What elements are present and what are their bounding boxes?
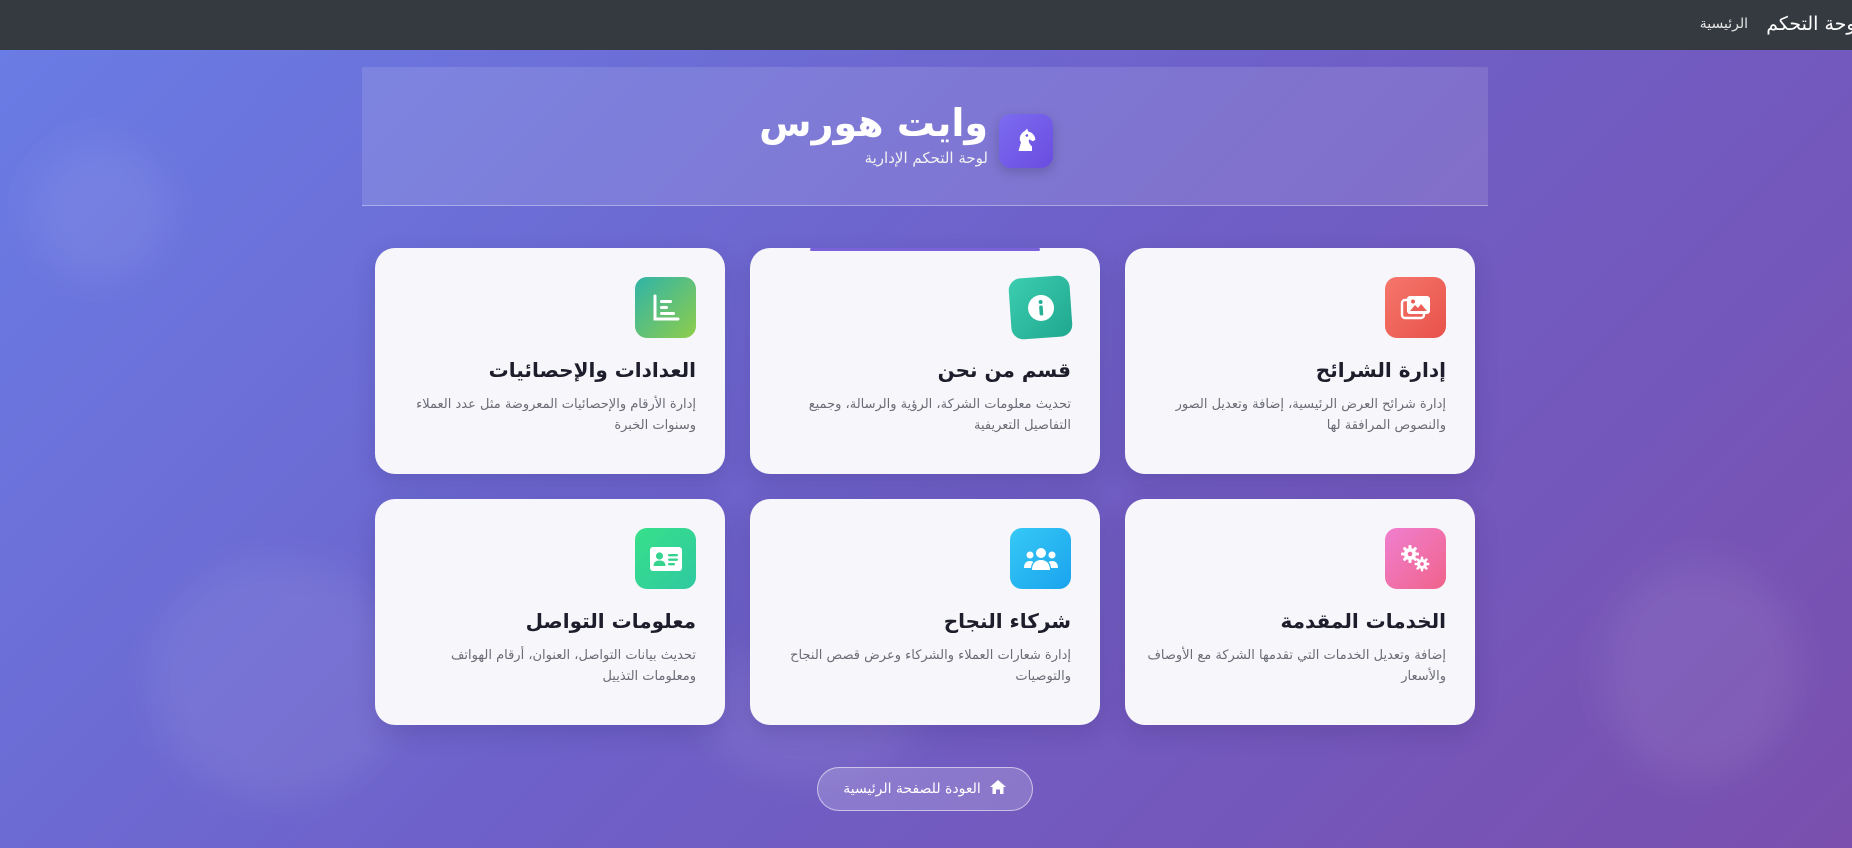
card-counters-statistics[interactable]: العدادات والإحصائيات إدارة الأرقام والإح… — [375, 248, 725, 474]
card-title: شركاء النجاح — [943, 609, 1071, 633]
site-title: وايت هورس — [759, 101, 988, 145]
card-description: إدارة الأرقام والإحصائيات المعروضة مثل ع… — [416, 397, 696, 433]
card-title: إدارة الشرائح — [1315, 358, 1446, 382]
card-success-partners[interactable]: شركاء النجاح إدارة شعارات العملاء والشرك… — [750, 499, 1100, 725]
chart-icon — [635, 277, 696, 338]
card-title: العدادات والإحصائيات — [488, 358, 696, 382]
background-blob — [1600, 560, 1800, 780]
card-title: الخدمات المقدمة — [1280, 609, 1446, 633]
contact-card-icon — [635, 528, 696, 589]
card-description: إضافة وتعديل الخدمات التي تقدمها الشركة … — [1147, 648, 1446, 684]
users-icon — [1010, 528, 1071, 589]
top-navbar: لوحة التحكم الرئيسية — [0, 0, 1852, 50]
card-description: تحديث معلومات الشركة، الرؤية والرسالة، و… — [808, 397, 1071, 433]
background-blob — [30, 140, 170, 280]
back-to-home-button[interactable]: العودة للصفحة الرئيسية — [817, 767, 1033, 811]
site-subtitle: لوحة التحكم الإدارية — [864, 149, 988, 167]
background-blob — [150, 560, 410, 800]
info-icon — [1007, 274, 1074, 341]
card-description: تحديث بيانات التواصل، العنوان، أرقام اله… — [450, 648, 696, 684]
card-contact-info[interactable]: معلومات التواصل تحديث بيانات التواصل، ال… — [375, 499, 725, 725]
card-title: معلومات التواصل — [525, 609, 696, 633]
gears-icon — [1385, 528, 1446, 589]
horse-icon — [999, 114, 1053, 168]
dashboard-header: وايت هورس لوحة التحكم الإدارية — [362, 67, 1488, 206]
card-description: إدارة شعارات العملاء والشركاء وعرض قصص ا… — [790, 648, 1071, 684]
nav-link-home[interactable]: الرئيسية — [1700, 16, 1748, 32]
card-hover-accent — [810, 248, 1040, 251]
card-slides-management[interactable]: إدارة الشرائح إدارة شرائح العرض الرئيسية… — [1125, 248, 1475, 474]
card-about-section[interactable]: قسم من نحن تحديث معلومات الشركة، الرؤية … — [750, 248, 1100, 474]
card-title: قسم من نحن — [937, 358, 1071, 382]
back-to-home-label: العودة للصفحة الرئيسية — [843, 781, 981, 797]
images-icon — [1385, 277, 1446, 338]
card-description: إدارة شرائح العرض الرئيسية، إضافة وتعديل… — [1175, 397, 1446, 433]
card-services[interactable]: الخدمات المقدمة إضافة وتعديل الخدمات الت… — [1125, 499, 1475, 725]
navbar-brand[interactable]: لوحة التحكم — [1766, 13, 1852, 35]
home-icon — [989, 779, 1007, 799]
